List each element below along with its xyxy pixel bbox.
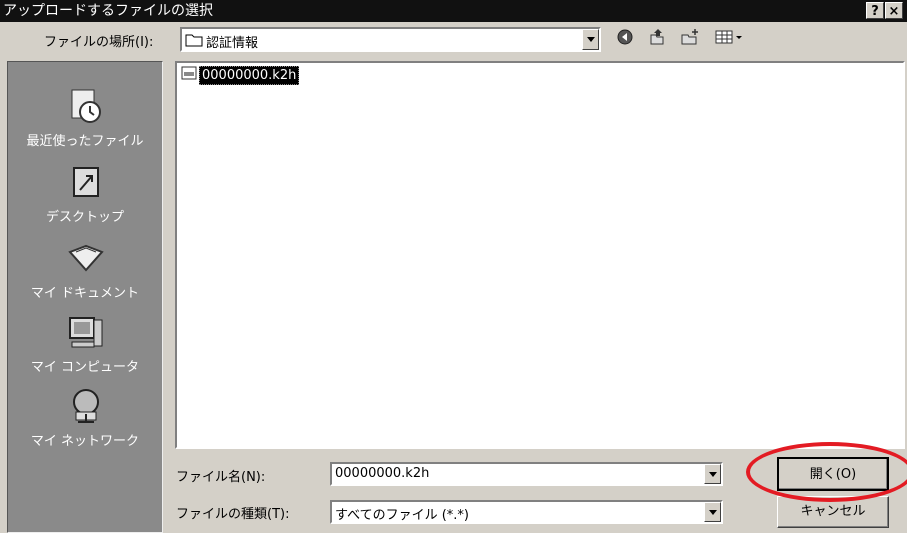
- cancel-button[interactable]: キャンセル: [777, 496, 889, 528]
- filetype-label: ファイルの種類(T):: [176, 507, 290, 522]
- chevron-down-icon: [708, 471, 717, 477]
- place-label: デスクトップ: [45, 210, 124, 225]
- desktop-icon: [66, 162, 106, 202]
- filename-dropdown-button[interactable]: [704, 464, 721, 484]
- place-label: マイ ネットワーク: [30, 434, 140, 449]
- places-bar: 最近使ったファイル デスクトップ マイ ドキュメント マイ コンピュータ マイ …: [7, 61, 163, 533]
- place-desktop[interactable]: デスクトップ: [8, 162, 162, 234]
- my-computer-icon: [66, 312, 106, 352]
- chevron-down-icon: [708, 509, 717, 515]
- view-menu-button[interactable]: [712, 29, 746, 49]
- place-label: マイ ドキュメント: [30, 286, 140, 301]
- help-button[interactable]: ?: [866, 2, 884, 19]
- new-folder-button[interactable]: [677, 29, 703, 49]
- my-network-icon: [66, 386, 106, 426]
- file-list-item[interactable]: 00000000.k2h: [181, 65, 300, 85]
- place-label: マイ コンピュータ: [30, 360, 140, 375]
- back-button[interactable]: [613, 29, 637, 49]
- view-menu-icon: [714, 28, 744, 50]
- close-button[interactable]: ×: [885, 2, 903, 19]
- folder-icon: [185, 32, 203, 51]
- filename-label: ファイル名(N):: [176, 470, 266, 485]
- new-folder-icon: [680, 28, 700, 50]
- window-title: アップロードするファイルの選択: [3, 3, 213, 19]
- lookin-label: ファイルの場所(I):: [44, 35, 154, 50]
- chevron-down-icon: [586, 37, 595, 42]
- open-button[interactable]: 開く(O): [777, 457, 889, 491]
- place-recent-files[interactable]: 最近使ったファイル: [8, 86, 162, 158]
- place-my-network[interactable]: マイ ネットワーク: [8, 386, 162, 458]
- up-folder-button[interactable]: [645, 29, 669, 49]
- lookin-value: 認証情報: [206, 36, 259, 51]
- lookin-combobox[interactable]: 認証情報: [180, 27, 601, 52]
- back-icon: [616, 28, 634, 50]
- up-folder-icon: [648, 28, 666, 50]
- filetype-value: すべてのファイル (*.*): [335, 508, 469, 523]
- my-documents-icon: [66, 238, 106, 278]
- filetype-select[interactable]: すべてのファイル (*.*): [330, 500, 723, 524]
- filename-input[interactable]: 00000000.k2h: [330, 462, 723, 486]
- lookin-dropdown-button[interactable]: [582, 29, 599, 50]
- file-icon: [181, 66, 197, 84]
- place-my-computer[interactable]: マイ コンピュータ: [8, 312, 162, 384]
- file-list[interactable]: 00000000.k2h: [175, 61, 905, 449]
- file-name: 00000000.k2h: [199, 65, 300, 85]
- recent-files-icon: [66, 86, 106, 126]
- place-label: 最近使ったファイル: [26, 134, 144, 149]
- place-my-documents[interactable]: マイ ドキュメント: [8, 238, 162, 310]
- title-bar[interactable]: アップロードするファイルの選択 ? ×: [0, 0, 907, 22]
- filetype-dropdown-button[interactable]: [704, 502, 721, 522]
- filename-value: 00000000.k2h: [335, 466, 430, 481]
